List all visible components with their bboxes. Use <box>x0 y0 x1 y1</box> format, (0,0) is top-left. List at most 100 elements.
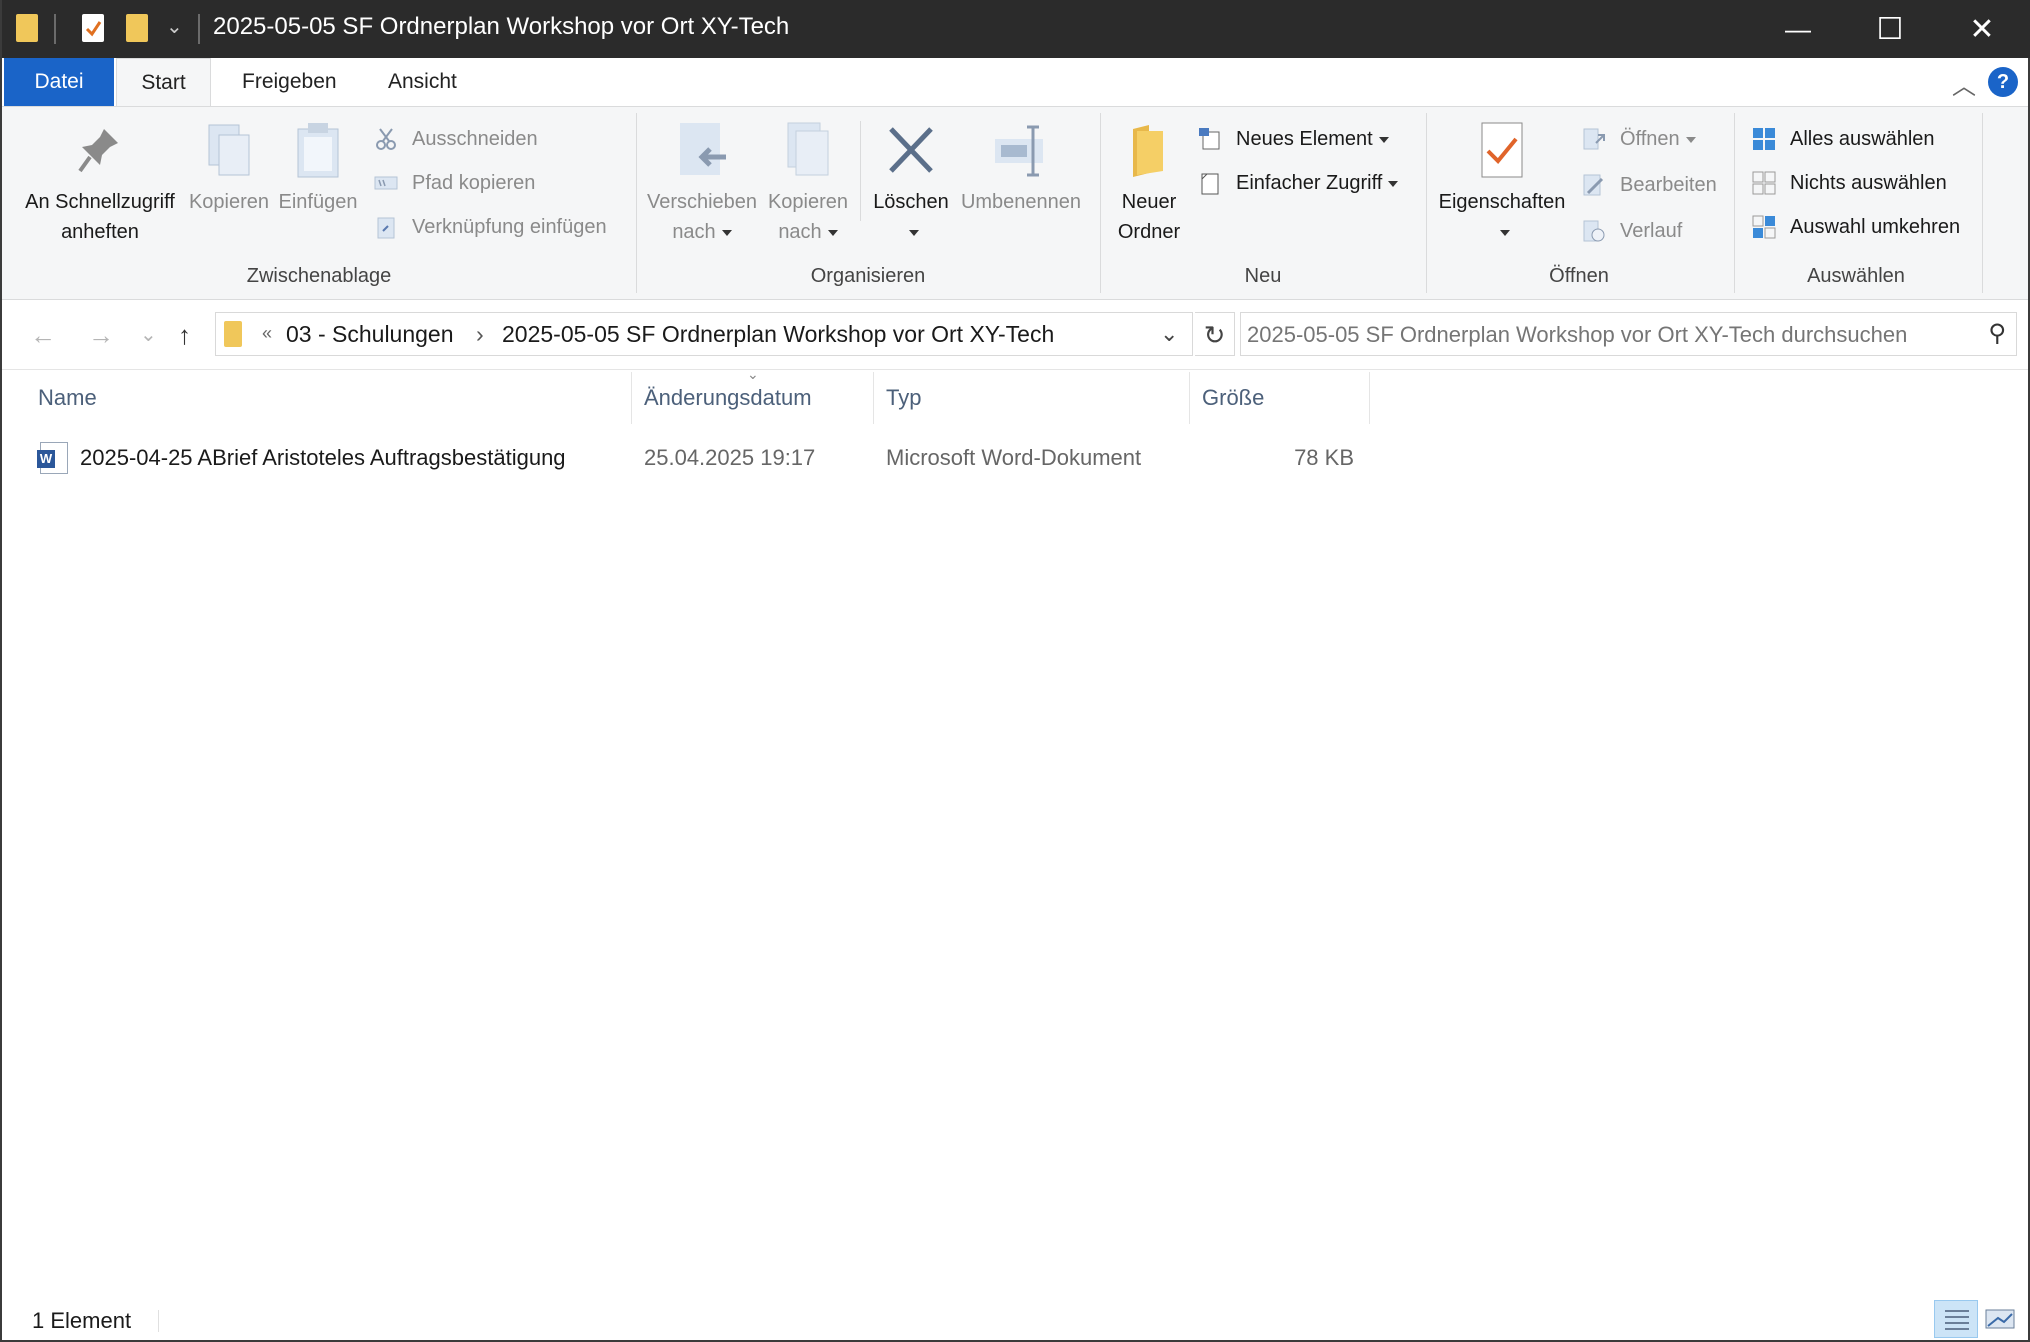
move-to-line2: nach <box>642 217 762 247</box>
pin-quick-access-button[interactable]: An Schnellzugriff anheften <box>12 121 188 247</box>
title-bar: ⌄ 2025-05-05 SF Ordnerplan Workshop vor … <box>2 0 2030 58</box>
invert-selection-label: Auswahl umkehren <box>1790 216 1961 238</box>
copy-path-label: Pfad kopieren <box>412 172 536 194</box>
paste-shortcut-button[interactable]: Verknüpfung einfügen <box>374 211 607 243</box>
forward-arrow-icon[interactable]: → <box>88 320 114 351</box>
edit-pencil-icon <box>1582 173 1606 197</box>
rename-icon <box>995 121 1047 179</box>
sort-chevron-icon: ⌄ <box>747 366 759 382</box>
ribbon: An Schnellzugriff anheften Kopieren Einf… <box>2 106 2028 300</box>
recent-locations-chevron-icon[interactable]: ⌄ <box>140 322 157 347</box>
breadcrumb-item-schulungen[interactable]: 03 - Schulungen <box>286 321 454 348</box>
paste-shortcut-icon <box>374 215 398 239</box>
qat-dropdown-icon[interactable]: ⌄ <box>166 14 183 39</box>
file-type: Microsoft Word-Dokument <box>886 445 1142 470</box>
copy-path-icon <box>374 171 398 195</box>
search-input[interactable]: 2025-05-05 SF Ordnerplan Workshop vor Or… <box>1240 312 2017 356</box>
collapse-ribbon-icon[interactable]: ︿ <box>1952 66 1976 101</box>
group-label-select: Auswählen <box>1807 265 1905 287</box>
tab-file[interactable]: Datei <box>4 58 114 106</box>
edit-label: Bearbeiten <box>1620 174 1717 196</box>
group-label-clipboard: Zwischenablage <box>246 265 392 287</box>
open-button[interactable]: Öffnen <box>1582 123 1696 155</box>
column-header-type[interactable]: Typ <box>874 372 1190 424</box>
details-view-icon <box>1945 1310 1969 1330</box>
status-separator <box>158 1310 159 1332</box>
cut-label: Ausschneiden <box>412 128 538 150</box>
new-folder-quick-icon[interactable] <box>126 14 148 42</box>
edit-button[interactable]: Bearbeiten <box>1582 169 1717 201</box>
select-all-label: Alles auswählen <box>1790 128 1935 150</box>
select-none-button[interactable]: Nichts auswählen <box>1752 167 1947 199</box>
delete-x-icon <box>885 121 937 179</box>
minimize-button[interactable]: — <box>1752 0 1844 58</box>
folder-icon <box>16 14 38 42</box>
copy-to-button[interactable]: Kopieren nach <box>762 121 854 247</box>
group-label-organize: Organisieren <box>810 265 926 287</box>
history-label: Verlauf <box>1620 220 1683 242</box>
address-dropdown-chevron-icon[interactable]: ⌄ <box>1160 321 1178 347</box>
tab-share[interactable]: Freigeben <box>216 58 363 106</box>
copy-button[interactable]: Kopieren <box>186 121 272 217</box>
pin-icon <box>74 121 126 179</box>
easy-access-icon <box>1198 171 1222 195</box>
new-folder-button[interactable]: Neuer Ordner <box>1106 121 1192 247</box>
new-item-button[interactable]: Neues Element <box>1198 123 1389 155</box>
paste-label: Einfügen <box>278 191 358 213</box>
item-count: 1 Element <box>32 1308 132 1333</box>
paste-shortcut-label: Verknüpfung einfügen <box>412 216 607 238</box>
title-separator <box>54 14 56 44</box>
select-all-button[interactable]: Alles auswählen <box>1752 123 1935 155</box>
invert-selection-button[interactable]: Auswahl umkehren <box>1752 211 1960 243</box>
refresh-icon[interactable]: ↻ <box>1195 312 1235 356</box>
scissors-icon <box>374 127 398 151</box>
copy-to-line1: Kopieren <box>767 191 849 213</box>
maximize-button[interactable]: ☐ <box>1844 0 1936 58</box>
word-doc-icon: W <box>37 442 68 474</box>
address-bar[interactable]: « 03 - Schulungen › 2025-05-05 SF Ordner… <box>215 312 1193 356</box>
select-all-icon <box>1752 127 1776 151</box>
tab-start[interactable]: Start <box>116 58 211 107</box>
delete-button[interactable]: Löschen <box>868 121 954 247</box>
up-arrow-icon[interactable]: ↑ <box>178 320 191 351</box>
close-button[interactable]: ✕ <box>1936 0 2028 58</box>
copy-to-icon <box>782 121 834 179</box>
tab-view[interactable]: Ansicht <box>362 58 483 106</box>
file-date: 25.04.2025 19:17 <box>644 445 816 470</box>
back-arrow-icon[interactable]: ← <box>30 320 56 351</box>
rename-button[interactable]: Umbenennen <box>956 121 1086 217</box>
breadcrumb-separator-icon[interactable]: › <box>476 321 484 348</box>
details-view-button[interactable] <box>1934 1300 1978 1338</box>
organize-inner-separator <box>860 121 861 221</box>
breadcrumb-overflow-icon[interactable]: « <box>262 323 272 344</box>
breadcrumb-item-current[interactable]: 2025-05-05 SF Ordnerplan Workshop vor Or… <box>502 321 1054 348</box>
help-icon[interactable]: ? <box>1988 67 2018 97</box>
file-row[interactable]: W 2025-04-25 ABrief Aristoteles Auftrags… <box>2 436 1370 480</box>
search-icon[interactable]: ⚲ <box>1988 319 2006 348</box>
copy-to-line2: nach <box>762 217 854 247</box>
new-folder-line2: Ordner <box>1117 221 1181 243</box>
copy-label: Kopieren <box>188 191 270 213</box>
paste-button[interactable]: Einfügen <box>274 121 362 217</box>
easy-access-button[interactable]: Einfacher Zugriff <box>1198 167 1399 199</box>
copy-path-button[interactable]: Pfad kopieren <box>374 167 535 199</box>
select-none-icon <box>1752 171 1776 195</box>
explorer-window: ⌄ 2025-05-05 SF Ordnerplan Workshop vor … <box>0 0 2030 1342</box>
column-header-name[interactable]: Name <box>26 372 632 424</box>
group-label-new: Neu <box>1244 265 1282 287</box>
properties-button[interactable]: Eigenschaften <box>1434 121 1570 247</box>
large-icons-view-button[interactable] <box>1978 1300 2022 1338</box>
cut-button[interactable]: Ausschneiden <box>374 123 538 155</box>
select-none-label: Nichts auswählen <box>1790 172 1947 194</box>
history-button[interactable]: Verlauf <box>1582 215 1682 247</box>
open-label: Öffnen <box>1620 128 1680 150</box>
properties-quick-icon[interactable] <box>82 14 104 42</box>
properties-dropdown[interactable] <box>1434 217 1570 247</box>
delete-dropdown[interactable] <box>868 217 954 247</box>
column-header-size[interactable]: Größe <box>1190 372 1370 424</box>
file-size: 78 KB <box>1294 445 1354 470</box>
word-doc-letter: W <box>37 450 55 468</box>
open-icon <box>1582 127 1606 151</box>
invert-selection-icon <box>1752 215 1776 239</box>
move-to-button[interactable]: Verschieben nach <box>642 121 762 247</box>
